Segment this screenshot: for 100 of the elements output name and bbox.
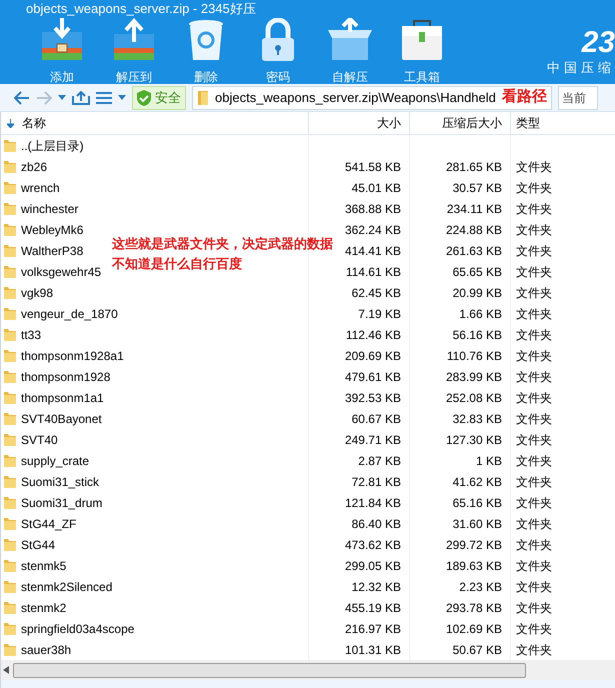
search-field[interactable]: 当前: [558, 86, 598, 110]
packed-size-text: 261.63 KB: [446, 242, 502, 260]
list-view-icon[interactable]: [96, 92, 112, 104]
packed-size-text: 1.66 KB: [459, 306, 502, 322]
size-text: 414.41 KB: [344, 242, 401, 260]
extract-box-icon: [111, 18, 157, 62]
file-name: stenmk5: [21, 558, 66, 574]
size-text: 479.61 KB: [344, 368, 401, 386]
annotation-text: 看路径: [502, 87, 547, 108]
type-text: 文件夹: [516, 642, 552, 658]
file-name: springfield03a4scope: [21, 620, 134, 638]
scrollbar-thumb[interactable]: [13, 662, 526, 678]
file-name: tt33: [21, 326, 42, 344]
type-text: 文件夹: [516, 390, 552, 406]
back-arrow-icon[interactable]: [14, 90, 30, 104]
file-name: SVT40: [21, 432, 58, 448]
type-text: 文件夹: [516, 410, 552, 428]
file-name: thompsonm1928: [21, 368, 110, 386]
up-folder-icon[interactable]: [72, 90, 90, 104]
type-text: 文件夹: [516, 368, 552, 386]
size-text: 216.97 KB: [344, 620, 401, 638]
shield-check-icon: [137, 90, 151, 106]
size-text: 392.53 KB: [344, 390, 401, 406]
packed-size-text: 299.72 KB: [446, 536, 502, 554]
file-name: zb26: [21, 158, 48, 176]
packed-size-text: 293.78 KB: [446, 600, 502, 616]
caret-icon[interactable]: [58, 95, 66, 100]
type-text: 文件夹: [516, 180, 552, 196]
type-text: 文件夹: [516, 284, 552, 302]
type-text: 文件夹: [516, 516, 552, 532]
toolbox-icon: [399, 18, 445, 62]
file-name: sauer38h: [21, 642, 72, 658]
size-text: 541.58 KB: [344, 158, 401, 176]
column-header[interactable]: 压缩后大小: [410, 112, 511, 134]
path-field[interactable]: objects_weapons_server.zip\Weapons\Handheld 看路径: [192, 86, 552, 110]
security-badge: 安全: [132, 86, 186, 110]
file-name: Suomi31_drum: [21, 494, 102, 512]
file-name: WaltherP38: [21, 242, 84, 260]
column-header[interactable]: 大小: [309, 112, 410, 134]
packed-size-text: 65.65 KB: [452, 264, 502, 280]
size-text: 101.31 KB: [344, 642, 401, 658]
column-label: 名称: [22, 115, 46, 132]
toolbar-button[interactable]: 自解压: [314, 18, 386, 86]
packed-size-text: 2.23 KB: [459, 578, 502, 596]
file-name: thompsonm1a1: [21, 390, 104, 406]
open-box-icon: [327, 18, 373, 62]
type-text: 文件夹: [516, 536, 552, 554]
size-text: 368.88 KB: [344, 200, 401, 218]
size-text: 112.46 KB: [346, 326, 401, 344]
packed-size-text: 32.83 KB: [452, 410, 502, 428]
type-text: 文件夹: [516, 200, 552, 218]
file-name: vengeur_de_1870: [21, 306, 118, 322]
size-text: 114.61 KB: [346, 264, 401, 280]
packed-size-text: 20.99 KB: [452, 284, 502, 302]
packed-size-text: 56.16 KB: [452, 326, 502, 344]
size-text: 2.87 KB: [358, 452, 401, 470]
type-text: 文件夹: [516, 432, 552, 448]
file-name: volksgewehr45: [21, 264, 102, 280]
size-text: 362.24 KB: [344, 222, 401, 238]
packed-size-text: 234.11 KB: [446, 200, 502, 218]
packed-size-text: 50.67 KB: [452, 642, 502, 658]
left-arrow-icon[interactable]: [3, 666, 9, 674]
file-name: stenmk2Silenced: [21, 578, 112, 596]
size-text: 209.69 KB: [344, 348, 401, 364]
packed-size-text: 1 KB: [476, 452, 502, 470]
file-name: StG44: [21, 536, 56, 554]
size-text: 455.19 KB: [344, 600, 401, 616]
file-name: supply_crate: [21, 452, 90, 470]
file-name: SVT40Bayonet: [21, 410, 102, 428]
recycle-bin-icon: [186, 18, 226, 62]
packed-size-text: 65.16 KB: [452, 494, 502, 512]
type-text: 文件夹: [516, 222, 552, 238]
size-text: 72.81 KB: [352, 474, 401, 490]
packed-size-text: 102.69 KB: [446, 620, 502, 638]
size-text: 45.01 KB: [352, 180, 401, 196]
size-text: 299.05 KB: [344, 558, 401, 574]
file-name: vgk98: [21, 284, 54, 302]
type-text: 文件夹: [516, 158, 552, 176]
type-text: 文件夹: [516, 348, 552, 364]
size-text: 121.84 KB: [344, 494, 401, 512]
file-name: wrench: [21, 180, 60, 196]
type-text: 文件夹: [516, 494, 552, 512]
archive-box-icon: [39, 18, 85, 62]
packed-size-text: 30.57 KB: [452, 180, 502, 196]
packed-size-text: 110.76 KB: [446, 348, 502, 364]
type-text: 文件夹: [516, 264, 552, 280]
packed-size-text: 41.62 KB: [452, 474, 502, 490]
column-header[interactable]: 类型: [511, 112, 615, 134]
size-text: 473.62 KB: [344, 536, 401, 554]
file-name: winchester: [21, 200, 78, 218]
size-text: 62.45 KB: [352, 284, 401, 302]
horizontal-scrollbar[interactable]: [1, 660, 615, 680]
file-name: WebleyMk6: [21, 222, 84, 238]
column-header[interactable]: 名称: [1, 112, 309, 134]
file-name: StG44_ZF: [21, 516, 76, 532]
caret-icon[interactable]: [118, 95, 126, 100]
toolbar-button[interactable]: 密码: [242, 18, 314, 86]
sort-down-icon: [7, 118, 14, 128]
toolbar-button[interactable]: 工具箱: [386, 18, 458, 86]
size-text: 249.71 KB: [344, 432, 401, 448]
